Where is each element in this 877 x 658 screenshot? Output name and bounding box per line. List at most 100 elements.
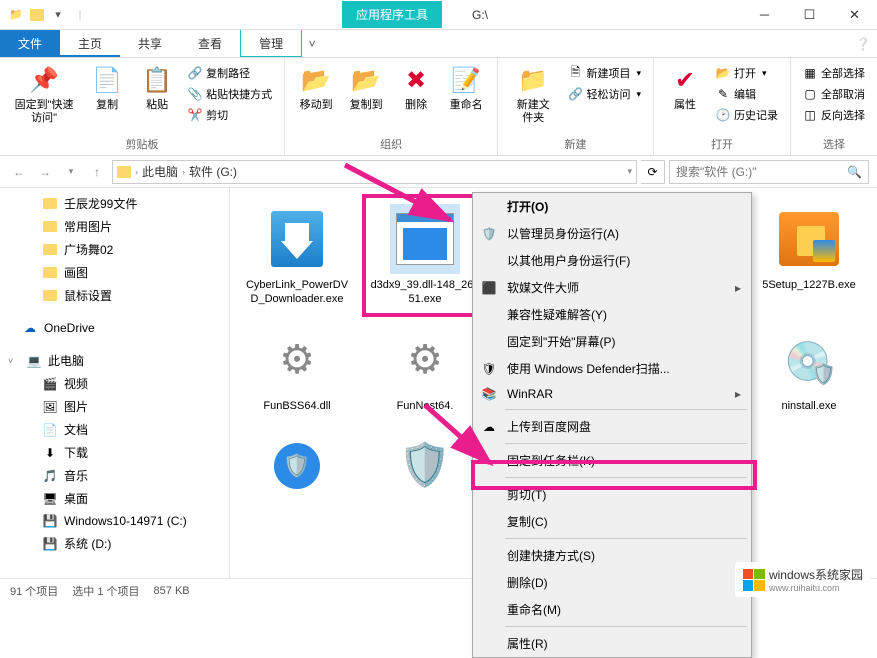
search-icon[interactable]: 🔍 <box>847 165 862 179</box>
sidebar-pc-item[interactable]: 🖼图片 <box>0 395 229 418</box>
sidebar-thispc[interactable]: ˅💻此电脑 <box>0 349 229 372</box>
file-item[interactable]: 5Setup_1227B.exe <box>750 198 868 313</box>
file-item[interactable]: d3dx9_39.dll-148_26651.exe <box>366 198 484 313</box>
sidebar-pc-item[interactable]: 🎬视频 <box>0 372 229 395</box>
minimize-button[interactable]: ─ <box>742 0 787 30</box>
select-all-button[interactable]: ▦全部选择 <box>801 64 867 82</box>
group-label-new: 新建 <box>508 134 643 155</box>
chevron-right-icon[interactable]: › <box>182 167 185 177</box>
delete-button[interactable]: ✖删除 <box>395 62 437 114</box>
tab-manage[interactable]: 管理 <box>240 30 302 57</box>
sidebar-folder[interactable]: 广场舞02 <box>0 238 229 261</box>
group-label-clipboard: 剪贴板 <box>10 134 274 155</box>
menu-item[interactable]: 兼容性疑难解答(Y) <box>473 301 751 328</box>
open-button[interactable]: 📂打开▾ <box>714 64 780 82</box>
up-button[interactable]: ↑ <box>86 161 108 183</box>
menu-item[interactable]: 重命名(M) <box>473 596 751 623</box>
menu-item[interactable]: 🛡️以管理员身份运行(A) <box>473 220 751 247</box>
select-none-button[interactable]: ▢全部取消 <box>801 85 867 103</box>
sidebar-pc-item[interactable]: 🖥桌面 <box>0 487 229 510</box>
file-item[interactable]: ⚙FunBSS64.dll <box>238 319 356 419</box>
menu-item[interactable]: 属性(R) <box>473 630 751 657</box>
menu-item[interactable]: 复制(C) <box>473 508 751 535</box>
back-button[interactable]: ← <box>8 161 30 183</box>
copy-to-button[interactable]: 📂复制到 <box>345 62 387 114</box>
refresh-button[interactable]: ⟳ <box>641 160 665 184</box>
menu-item[interactable]: 创建快捷方式(S) <box>473 542 751 569</box>
file-item[interactable]: 🛡️ <box>366 425 484 511</box>
cut-button[interactable]: ✂️剪切 <box>186 106 274 124</box>
ribbon-collapse-icon[interactable]: ˅ <box>302 30 322 57</box>
paste-button[interactable]: 📋粘贴 <box>136 62 178 114</box>
file-item[interactable]: 🛡️ <box>238 425 356 511</box>
sidebar-folder[interactable]: 常用图片 <box>0 215 229 238</box>
close-button[interactable]: ✕ <box>832 0 877 30</box>
tab-share[interactable]: 共享 <box>120 30 180 57</box>
tab-home[interactable]: 主页 <box>60 30 120 57</box>
group-label-select: 选择 <box>801 134 867 155</box>
paste-shortcut-button[interactable]: 📎粘贴快捷方式 <box>186 85 274 103</box>
properties-button[interactable]: ✔属性 <box>664 62 706 114</box>
copyto-icon: 📂 <box>350 64 382 96</box>
sidebar-folder[interactable]: 画图 <box>0 261 229 284</box>
file-name: FunBSS64.dll <box>263 399 330 413</box>
chevron-down-icon[interactable]: ▾ <box>627 166 632 177</box>
navigation-pane[interactable]: 壬辰龙99文件常用图片广场舞02画图鼠标设置 ☁OneDrive ˅💻此电脑 🎬… <box>0 188 230 578</box>
sidebar-onedrive[interactable]: ☁OneDrive <box>0 317 229 339</box>
menu-item[interactable]: 固定到任务栏(K) <box>473 447 751 474</box>
group-clipboard: 📌固定到"快速访问" 📄复制 📋粘贴 🔗复制路径 📎粘贴快捷方式 ✂️剪切 剪贴… <box>0 58 285 155</box>
menu-item[interactable]: 🛡使用 Windows Defender扫描... <box>473 355 751 382</box>
contextual-tab-label: 应用程序工具 <box>342 1 442 28</box>
move-to-button[interactable]: 📂移动到 <box>295 62 337 114</box>
expand-icon[interactable]: ˅ <box>8 356 20 366</box>
menu-item[interactable]: 以其他用户身份运行(F) <box>473 247 751 274</box>
menu-item[interactable]: 打开(O) <box>473 193 751 220</box>
menu-item[interactable]: ☁上传到百度网盘 <box>473 413 751 440</box>
breadcrumb[interactable]: › 此电脑 › 软件 (G:) ▾ <box>112 160 637 184</box>
file-thumbnail <box>774 204 844 274</box>
file-item[interactable]: CyberLink_PowerDVD_Downloader.exe <box>238 198 356 313</box>
sidebar-folder[interactable]: 鼠标设置 <box>0 284 229 307</box>
sidebar-pc-item[interactable]: ⬇下载 <box>0 441 229 464</box>
file-item[interactable]: 💿🛡️ninstall.exe <box>750 319 868 419</box>
recent-button[interactable]: ▾ <box>60 161 82 183</box>
chevron-right-icon[interactable]: › <box>135 167 138 177</box>
invert-select-button[interactable]: ◫反向选择 <box>801 106 867 124</box>
folder-icon[interactable] <box>30 9 44 21</box>
sidebar-pc-item[interactable]: 📄文档 <box>0 418 229 441</box>
tab-view[interactable]: 查看 <box>180 30 240 57</box>
new-item-button[interactable]: 🗎新建项目▾ <box>566 64 643 82</box>
menu-item[interactable]: 删除(D) <box>473 569 751 596</box>
menu-item[interactable]: 📚WinRAR▸ <box>473 382 751 406</box>
edit-button[interactable]: ✎编辑 <box>714 85 780 103</box>
new-folder-button[interactable]: 📁新建文件夹 <box>508 62 558 127</box>
menu-item[interactable]: 剪切(T) <box>473 481 751 508</box>
file-thumbnail: 💿🛡️ <box>774 325 844 395</box>
forward-button[interactable]: → <box>34 161 56 183</box>
search-box[interactable]: 🔍 <box>669 160 869 184</box>
delete-icon: ✖ <box>400 64 432 96</box>
pin-quick-access-button[interactable]: 📌固定到"快速访问" <box>10 62 78 127</box>
qat-sep: | <box>72 7 88 23</box>
sidebar-folder[interactable]: 壬辰龙99文件 <box>0 192 229 215</box>
file-item[interactable]: ⚙FunNest64. <box>366 319 484 419</box>
crumb-drive[interactable]: 软件 (G:) <box>189 163 237 180</box>
copy-button[interactable]: 📄复制 <box>86 62 128 114</box>
library-icon: 💾 <box>42 536 58 552</box>
crumb-pc[interactable]: 此电脑 <box>142 163 178 180</box>
search-input[interactable] <box>676 165 841 179</box>
sidebar-pc-item[interactable]: 🎵音乐 <box>0 464 229 487</box>
history-button[interactable]: 🕑历史记录 <box>714 106 780 124</box>
copy-path-button[interactable]: 🔗复制路径 <box>186 64 274 82</box>
maximize-button[interactable]: ☐ <box>787 0 832 30</box>
qat-dropdown-icon[interactable]: ▾ <box>50 7 66 23</box>
help-icon[interactable]: ❔ <box>849 30 877 57</box>
tab-file[interactable]: 文件 <box>0 30 60 57</box>
easy-access-button[interactable]: 🔗轻松访问▾ <box>566 85 643 103</box>
menu-item[interactable]: 固定到"开始"屏幕(P) <box>473 328 751 355</box>
sidebar-pc-item[interactable]: 💾Windows10-14971 (C:) <box>0 510 229 532</box>
rename-button[interactable]: 📝重命名 <box>445 62 487 114</box>
menu-item[interactable]: ⬛软媒文件大师▸ <box>473 274 751 301</box>
menu-item-label: WinRAR <box>507 387 553 401</box>
sidebar-pc-item[interactable]: 💾系统 (D:) <box>0 532 229 555</box>
